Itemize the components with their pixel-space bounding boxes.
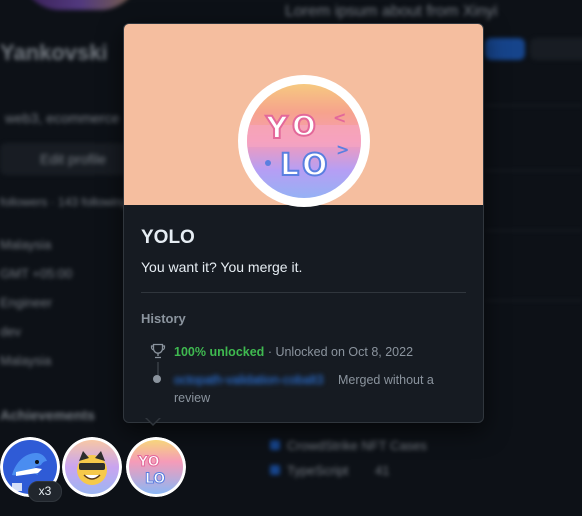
unlock-date: · Unlocked on Oct 8, 2022 (267, 345, 414, 359)
trophy-icon (150, 343, 166, 359)
merged-status-continuation: review (174, 391, 211, 405)
svg-text:O: O (302, 148, 328, 183)
profile-name: Yankovski (0, 40, 108, 65)
svg-text:Y: Y (265, 111, 289, 146)
achievements-heading: Achievements (0, 407, 95, 423)
popover-title: YOLO (141, 227, 195, 248)
timeline-dot-icon (153, 375, 161, 383)
profile-list-item: Engineer (0, 295, 53, 310)
popover-divider (141, 292, 466, 293)
svg-text:YO: YO (137, 454, 160, 470)
popover-description: You want it? You merge it. (141, 259, 303, 275)
pull-request-link[interactable]: octopath-validation-cobalt3 (174, 373, 323, 387)
svg-text:<: < (333, 108, 346, 127)
profile-list-item: Malaysia (0, 353, 52, 368)
unlock-status: 100% unlocked · Unlocked on Oct 8, 2022 (174, 345, 413, 359)
profile-list-item: Malaysia (0, 237, 52, 252)
background-top-link: Lorem ipsum about from Xinyi (285, 3, 498, 20)
unlock-percent: 100% unlocked (174, 345, 265, 359)
background-checkbox-label: CrowdStrike NFT Cases (287, 438, 427, 453)
achievement-popover: Y O L O < > YOLO You want it? You merge … (123, 23, 484, 423)
yolo-badge-icon: Y O L O < > (238, 75, 370, 207)
background-checkbox-label: TypeScript (287, 463, 349, 478)
svg-text:O: O (292, 109, 316, 142)
yolo-cat-badge[interactable] (62, 437, 122, 497)
merged-status: Merged without a (338, 373, 434, 387)
profile-followers: followers · 143 following (0, 195, 129, 209)
shark-badge-count: x3 (28, 481, 62, 502)
background-checkbox-count: 41 (375, 463, 390, 478)
yolo-badge[interactable]: YO LO (126, 437, 186, 497)
history-label: History (141, 311, 186, 326)
svg-text:L: L (280, 148, 299, 183)
svg-text:LO: LO (145, 471, 165, 487)
svg-text:>: > (336, 140, 349, 159)
profile-list-item: GMT +05:00 (0, 266, 73, 281)
popover-header: Y O L O < > (124, 24, 483, 207)
profile-list-item: dev (0, 324, 21, 339)
profile-avatar (20, 0, 140, 10)
edit-profile-button[interactable]: Edit profile (0, 143, 140, 175)
profile-bio: web3, ecommerce (5, 110, 120, 126)
popover-caret (145, 417, 161, 426)
